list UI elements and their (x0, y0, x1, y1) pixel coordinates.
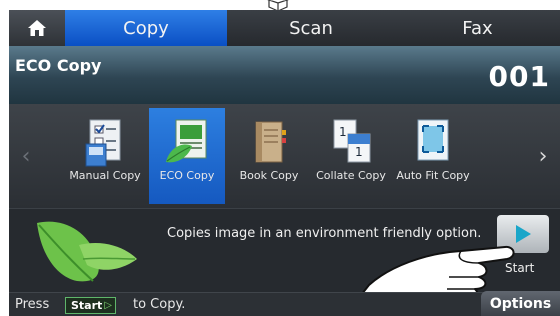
tab-copy[interactable]: Copy (65, 10, 227, 46)
page-title: ECO Copy (15, 56, 102, 75)
home-button[interactable] (9, 10, 65, 46)
start-hint-chip: Start ▷ (65, 297, 116, 314)
mode-label: Manual Copy (69, 169, 141, 182)
mode-label: Book Copy (239, 169, 299, 182)
svg-text:1: 1 (339, 125, 347, 139)
play-icon: ▷ (104, 300, 112, 311)
mode-manual-copy[interactable]: Manual Copy (67, 108, 143, 204)
tab-scan[interactable]: Scan (227, 10, 395, 46)
status-bar: Press Start ▷ to Copy. Options (9, 291, 560, 316)
page-header: ECO Copy 001 (9, 46, 560, 104)
mode-eco-copy[interactable]: ECO Copy (149, 108, 225, 204)
scroll-right-button[interactable]: › (526, 104, 560, 208)
printer-panel: Copy Scan Fax ECO Copy 001 ‹ Manual Copy (9, 10, 560, 316)
copy-count[interactable]: 001 (489, 60, 550, 93)
auto-fit-copy-icon (417, 119, 449, 161)
eco-copy-icon (166, 119, 207, 163)
mode-collate-copy[interactable]: 1 1 Collate Copy (313, 108, 389, 204)
top-tab-bar: Copy Scan Fax (9, 10, 560, 46)
chevron-right-icon: › (538, 143, 548, 169)
mode-label: Collate Copy (316, 169, 386, 182)
leaf-icon (37, 221, 137, 282)
svg-text:1: 1 (355, 145, 363, 159)
collate-copy-icon: 1 1 (333, 119, 371, 163)
home-icon (28, 20, 46, 36)
hint-text-press: Press (15, 297, 50, 312)
options-button[interactable]: Options (481, 291, 560, 316)
mode-auto-fit-copy[interactable]: Auto Fit Copy (395, 108, 471, 204)
mode-book-copy[interactable]: Book Copy (231, 108, 307, 204)
description-panel: Copies image in an environment friendly … (9, 208, 560, 313)
copy-mode-strip: ‹ Manual Copy ECO Copy Book Copy 1 1 Col… (9, 104, 560, 208)
scroll-left-button[interactable]: ‹ (9, 104, 43, 208)
tab-fax[interactable]: Fax (395, 10, 560, 46)
chevron-left-icon: ‹ (21, 143, 31, 169)
mode-label: ECO Copy (159, 169, 215, 182)
hint-text-to-copy: to Copy. (133, 297, 186, 312)
book-copy-icon (255, 121, 286, 163)
manual-copy-icon (85, 119, 121, 167)
mode-label: Auto Fit Copy (396, 169, 470, 182)
start-chip-label: Start (71, 299, 103, 312)
